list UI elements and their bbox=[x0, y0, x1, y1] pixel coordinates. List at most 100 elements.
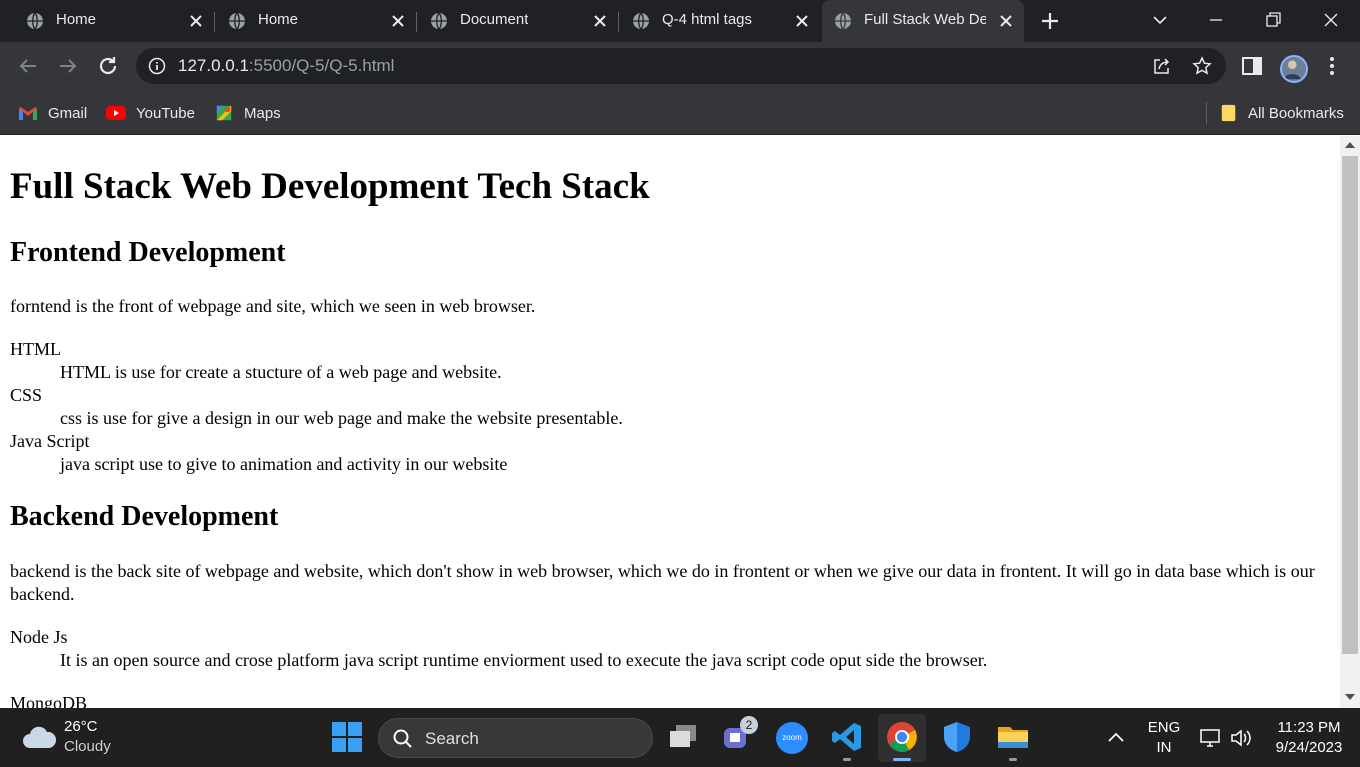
backend-intro: backend is the back site of webpage and … bbox=[10, 561, 1315, 604]
back-arrow-icon[interactable] bbox=[16, 54, 40, 78]
bookmark-star-icon[interactable] bbox=[1192, 56, 1212, 76]
frontend-desc-css: css is use for give a design in our web … bbox=[60, 408, 623, 428]
frontend-heading: Frontend Development bbox=[10, 237, 286, 268]
scrollbar-thumb[interactable] bbox=[1342, 156, 1358, 654]
tab-search-chevron-icon[interactable] bbox=[1150, 10, 1170, 30]
globe-icon bbox=[229, 12, 245, 30]
bookmarks-bar: Gmail YouTube Maps All Bookmarks bbox=[0, 90, 1360, 135]
side-panel-icon[interactable] bbox=[1240, 54, 1264, 78]
chrome-app-active[interactable] bbox=[878, 714, 926, 762]
minimize-icon[interactable] bbox=[1206, 10, 1226, 30]
language-line2[interactable]: IN bbox=[1144, 739, 1184, 756]
volume-icon[interactable] bbox=[1230, 728, 1252, 748]
zoom-app-icon[interactable]: zoom bbox=[776, 722, 808, 754]
url-host: 127.0.0.1 bbox=[178, 56, 249, 75]
weather-description: Cloudy bbox=[64, 738, 111, 755]
chrome-icon bbox=[887, 722, 917, 752]
tab-home-2[interactable]: Home bbox=[216, 0, 416, 42]
tab-full-stack-active[interactable]: Full Stack Web Dev bbox=[822, 0, 1024, 42]
search-icon bbox=[393, 729, 412, 748]
new-tab-plus-icon[interactable] bbox=[1038, 9, 1062, 33]
tab-divider bbox=[416, 12, 417, 32]
close-icon[interactable] bbox=[188, 13, 204, 29]
explorer-running-indicator bbox=[1009, 758, 1017, 761]
file-explorer-icon[interactable] bbox=[996, 720, 1030, 754]
page-viewport[interactable]: Full Stack Web Development Tech Stack Fr… bbox=[0, 136, 1340, 708]
scroll-up-arrow-icon[interactable] bbox=[1345, 142, 1355, 148]
close-window-icon[interactable] bbox=[1321, 10, 1341, 30]
tab-strip: Home Home Document Q-4 html tags Full St… bbox=[0, 0, 1360, 42]
avatar-image bbox=[1283, 60, 1301, 80]
close-icon[interactable] bbox=[592, 13, 608, 29]
tab-q4-html-tags[interactable]: Q-4 html tags bbox=[620, 0, 820, 42]
chrome-active-indicator bbox=[893, 758, 911, 761]
backend-heading: Backend Development bbox=[10, 501, 279, 532]
globe-icon bbox=[27, 12, 43, 30]
tab-divider bbox=[214, 12, 215, 32]
globe-icon bbox=[835, 12, 851, 30]
tab-home-1[interactable]: Home bbox=[14, 0, 214, 42]
bookmark-label: Gmail bbox=[48, 104, 88, 122]
bookmark-youtube[interactable]: YouTube bbox=[106, 102, 195, 124]
tab-divider bbox=[618, 12, 619, 32]
vscode-running-indicator bbox=[843, 758, 851, 761]
backend-term-nodejs: Node Js bbox=[10, 627, 68, 647]
maps-icon bbox=[216, 105, 232, 121]
windows-start-icon[interactable] bbox=[330, 720, 364, 754]
tab-title: Home bbox=[258, 11, 299, 28]
taskbar-search[interactable]: Search bbox=[378, 718, 653, 758]
bookmark-label: YouTube bbox=[136, 104, 195, 122]
address-bar[interactable]: 127.0.0.1:5500/Q-5/Q-5.html bbox=[136, 48, 1226, 84]
bookmark-maps[interactable]: Maps bbox=[214, 102, 281, 124]
network-icon[interactable] bbox=[1199, 728, 1221, 748]
clock-time[interactable]: 11:23 PM bbox=[1270, 719, 1348, 736]
bookmark-gmail[interactable]: Gmail bbox=[18, 102, 87, 124]
page-title: Full Stack Web Development Tech Stack bbox=[10, 166, 650, 207]
share-icon[interactable] bbox=[1152, 56, 1172, 76]
task-view-icon[interactable] bbox=[666, 720, 700, 754]
frontend-term-html: HTML bbox=[10, 339, 61, 359]
youtube-icon bbox=[106, 106, 126, 120]
profile-avatar[interactable] bbox=[1280, 55, 1308, 83]
tab-title: Full Stack Web Dev bbox=[864, 11, 986, 28]
restore-icon[interactable] bbox=[1263, 10, 1283, 30]
vscode-icon[interactable] bbox=[830, 720, 864, 754]
chevron-up-icon[interactable] bbox=[1106, 730, 1126, 744]
site-info-icon[interactable] bbox=[148, 57, 166, 75]
cloud-icon bbox=[23, 726, 56, 748]
clock-date[interactable]: 9/24/2023 bbox=[1266, 739, 1352, 756]
tab-title: Q-4 html tags bbox=[662, 11, 753, 28]
weather-temperature: 26°C bbox=[64, 718, 98, 735]
close-icon[interactable] bbox=[794, 13, 810, 29]
forward-arrow-icon[interactable] bbox=[56, 54, 80, 78]
bookmarks-divider bbox=[1206, 102, 1207, 124]
frontend-intro: forntend is the front of webpage and sit… bbox=[10, 296, 536, 316]
scroll-down-arrow-icon[interactable] bbox=[1345, 694, 1355, 700]
reload-icon[interactable] bbox=[96, 54, 120, 78]
close-icon[interactable] bbox=[390, 13, 406, 29]
tab-title: Home bbox=[56, 11, 97, 28]
tab-document[interactable]: Document bbox=[418, 0, 618, 42]
close-icon[interactable] bbox=[998, 13, 1014, 29]
tab-title: Document bbox=[460, 11, 529, 28]
chat-app[interactable]: 2 bbox=[720, 716, 758, 754]
bookmark-label: Maps bbox=[244, 104, 281, 122]
backend-desc-nodejs: It is an open source and crose platform … bbox=[60, 650, 988, 670]
vertical-scrollbar[interactable] bbox=[1340, 136, 1360, 708]
all-bookmarks-label: All Bookmarks bbox=[1248, 104, 1344, 122]
url-text[interactable]: 127.0.0.1:5500/Q-5/Q-5.html bbox=[178, 56, 394, 76]
frontend-term-javascript: Java Script bbox=[10, 431, 90, 451]
globe-icon bbox=[633, 12, 649, 30]
url-path: :5500/Q-5/Q-5.html bbox=[248, 56, 395, 75]
language-line1[interactable]: ENG bbox=[1144, 719, 1184, 736]
menu-kebab-icon[interactable] bbox=[1320, 54, 1344, 78]
frontend-desc-javascript: java script use to give to animation and… bbox=[60, 454, 508, 474]
folder-icon bbox=[1221, 104, 1236, 122]
globe-icon bbox=[431, 12, 447, 30]
windows-taskbar: 26°C Cloudy Search 2 zoom ENG IN 11:23 P… bbox=[0, 708, 1360, 767]
backend-term-mongodb: MongoDB bbox=[10, 693, 88, 708]
frontend-term-css: CSS bbox=[10, 385, 43, 405]
defender-shield-icon[interactable] bbox=[940, 720, 974, 754]
browser-toolbar: 127.0.0.1:5500/Q-5/Q-5.html bbox=[0, 42, 1360, 90]
all-bookmarks[interactable]: All Bookmarks bbox=[1220, 102, 1344, 124]
